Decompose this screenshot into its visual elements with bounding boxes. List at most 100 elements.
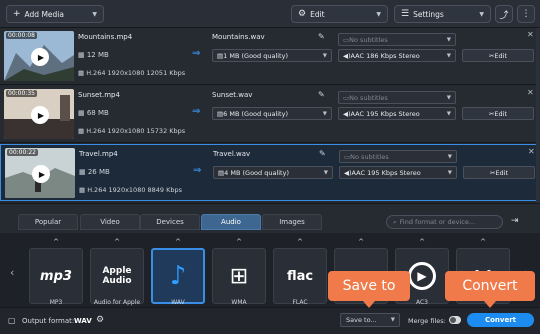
format-search-input[interactable]: ⌕ Find format or device... xyxy=(386,215,503,229)
edit-button[interactable]: ⚙ Edit ▼ xyxy=(291,5,388,23)
output-quality-select[interactable]: ▤ 1 MB (Good quality) ▼ xyxy=(212,49,332,62)
audio-track-select[interactable]: ◀) AAC 186 Kbps Stereo ▼ xyxy=(338,49,456,62)
file-codec-info: ▦ H.264 1920x1080 8849 Kbps xyxy=(79,186,183,194)
output-format-value: WAV xyxy=(74,317,92,325)
format-label: MP3 xyxy=(49,299,63,306)
document-icon: ▢ xyxy=(8,316,16,325)
file-size: ▦ 26 MB xyxy=(79,168,110,176)
chevron-down-icon: ▼ xyxy=(446,52,451,59)
tab-audio[interactable]: Audio xyxy=(201,214,261,230)
edit-file-button[interactable]: ✂ Edit xyxy=(462,49,534,62)
output-quality-select[interactable]: ▤ 4 MB (Good quality) ▼ xyxy=(213,166,333,179)
file-row[interactable]: 00:00:08 ▶ Mountains.mp4 ▦ 12 MB ▦ H.264… xyxy=(0,28,540,85)
caret-up-icon: ^ xyxy=(480,238,486,246)
chevron-down-icon: ▼ xyxy=(447,153,452,160)
convert-button[interactable]: Convert xyxy=(467,313,534,327)
format-audio-for-apple[interactable]: ^ Apple Audio xyxy=(90,238,144,304)
format-label: Audio for Apple xyxy=(93,299,141,306)
format-label: WMA xyxy=(231,299,247,306)
speaker-icon: ◀) xyxy=(343,109,351,118)
add-media-button[interactable]: + Add Media ▼ xyxy=(6,5,104,23)
chevron-down-icon: ▼ xyxy=(446,94,451,101)
rename-pencil-icon[interactable]: ✎ xyxy=(318,90,325,99)
film-icon: ▦ xyxy=(78,109,87,117)
speaker-icon: ◀) xyxy=(343,51,351,60)
file-name: Sunset.mp4 xyxy=(78,91,120,99)
play-icon[interactable]: ▶ xyxy=(31,106,49,124)
output-quality-select[interactable]: ▤ 6 MB (Good quality) ▼ xyxy=(212,107,332,120)
film-icon: ▦ xyxy=(78,51,87,59)
more-button[interactable]: ⋮ xyxy=(517,5,535,23)
remove-file-icon[interactable]: ✕ xyxy=(528,147,535,156)
tab-devices[interactable]: Devices xyxy=(140,214,200,230)
tab-images[interactable]: Images xyxy=(262,214,322,230)
chevron-down-icon: ▼ xyxy=(479,10,484,18)
chevron-down-icon: ▼ xyxy=(376,10,381,18)
edit-file-button[interactable]: ✂ Edit xyxy=(463,166,535,179)
remove-file-icon[interactable]: ✕ xyxy=(527,30,534,39)
file-name: Mountains.mp4 xyxy=(78,33,133,41)
duration-badge: 00:00:08 xyxy=(6,32,37,39)
format-mp3[interactable]: ^ mp3 xyxy=(29,238,83,304)
output-file-name: Mountains.wav xyxy=(212,33,265,41)
caret-up-icon: ^ xyxy=(175,238,181,246)
format-flac[interactable]: ^ flac xyxy=(273,238,327,304)
caret-up-icon: ^ xyxy=(236,238,242,246)
gear-icon[interactable]: ⚙ xyxy=(96,315,104,325)
subtitles-select[interactable]: ▭ No subtitles ▼ xyxy=(339,150,457,163)
audio-track-select[interactable]: ◀) AAC 195 Kbps Stereo ▼ xyxy=(339,166,457,179)
play-icon[interactable]: ▶ xyxy=(32,165,50,183)
carousel-left-arrow-icon[interactable]: ‹ xyxy=(10,266,14,279)
merge-files-toggle[interactable] xyxy=(449,316,461,324)
audio-track-select[interactable]: ◀) AAC 195 Kbps Stereo ▼ xyxy=(338,107,456,120)
caret-up-icon: ^ xyxy=(419,238,425,246)
rename-pencil-icon[interactable]: ✎ xyxy=(318,32,325,41)
tab-popular[interactable]: Popular xyxy=(18,214,78,230)
settings-button[interactable]: ☰ Settings ▼ xyxy=(394,5,491,23)
subtitles-select[interactable]: ▭ No subtitles ▼ xyxy=(338,91,456,104)
file-row-selected[interactable]: 00:00:22 ▶ Travel.mp4 ▦ 26 MB ▦ H.264 19… xyxy=(0,144,540,201)
menu-icon: ☰ xyxy=(401,9,410,19)
search-icon: ⌕ xyxy=(393,217,397,226)
file-size: ▦ 12 MB xyxy=(78,51,109,59)
chevron-down-icon: ▼ xyxy=(92,10,97,18)
output-file-name: Sunset.wav xyxy=(212,91,253,99)
format-wma[interactable]: ^ ⊞ xyxy=(212,238,266,304)
chevron-down-icon: ▼ xyxy=(322,110,327,117)
video-thumbnail[interactable]: 00:00:22 ▶ xyxy=(5,148,75,198)
video-icon: ▦ xyxy=(79,186,88,194)
chevron-down-icon: ▼ xyxy=(323,169,328,176)
convert-arrow-icon: ⇒ xyxy=(192,106,201,117)
rename-pencil-icon[interactable]: ✎ xyxy=(319,149,326,158)
remove-file-icon[interactable]: ✕ xyxy=(527,88,534,97)
convert-arrow-icon: ⇒ xyxy=(192,48,201,59)
play-icon[interactable]: ▶ xyxy=(31,48,49,66)
video-icon: ▦ xyxy=(78,127,87,135)
file-row[interactable]: 00:00:35 ▶ Sunset.mp4 ▦ 68 MB ▦ H.264 19… xyxy=(0,86,540,143)
tab-video[interactable]: Video xyxy=(80,214,140,230)
subtitles-select[interactable]: ▭ No subtitles ▼ xyxy=(338,33,456,46)
export-icon[interactable]: ⇥ xyxy=(511,216,519,226)
duration-badge: 00:00:35 xyxy=(6,90,37,97)
windows-icon: ⊞ xyxy=(212,248,266,304)
video-thumbnail[interactable]: 00:00:08 ▶ xyxy=(4,31,74,81)
format-label: WAV xyxy=(171,299,185,306)
chevron-down-icon: ▼ xyxy=(447,169,452,176)
output-format-label: Output format: xyxy=(22,317,75,325)
format-label: FLAC xyxy=(292,299,308,306)
file-list: 00:00:08 ▶ Mountains.mp4 ▦ 12 MB ▦ H.264… xyxy=(0,28,540,203)
convert-callout: Convert xyxy=(445,271,535,308)
caret-up-icon: ^ xyxy=(114,238,120,246)
video-thumbnail[interactable]: 00:00:35 ▶ xyxy=(4,89,74,139)
chevron-down-icon: ▼ xyxy=(322,52,327,59)
add-media-label: Add Media xyxy=(24,9,64,19)
edit-file-button[interactable]: ✂ Edit xyxy=(462,107,534,120)
format-wav[interactable]: ^ ♪ xyxy=(151,238,205,304)
file-list-scrollbar[interactable] xyxy=(536,28,540,203)
save-to-select[interactable]: Save to... ▼ xyxy=(340,313,400,327)
file-size: ▦ 68 MB xyxy=(78,109,109,117)
music-note-icon: ♪ xyxy=(151,248,205,304)
share-button[interactable]: ⤴ xyxy=(495,5,513,23)
chevron-down-icon: ▼ xyxy=(446,36,451,43)
speaker-icon: ◀) xyxy=(344,168,352,177)
